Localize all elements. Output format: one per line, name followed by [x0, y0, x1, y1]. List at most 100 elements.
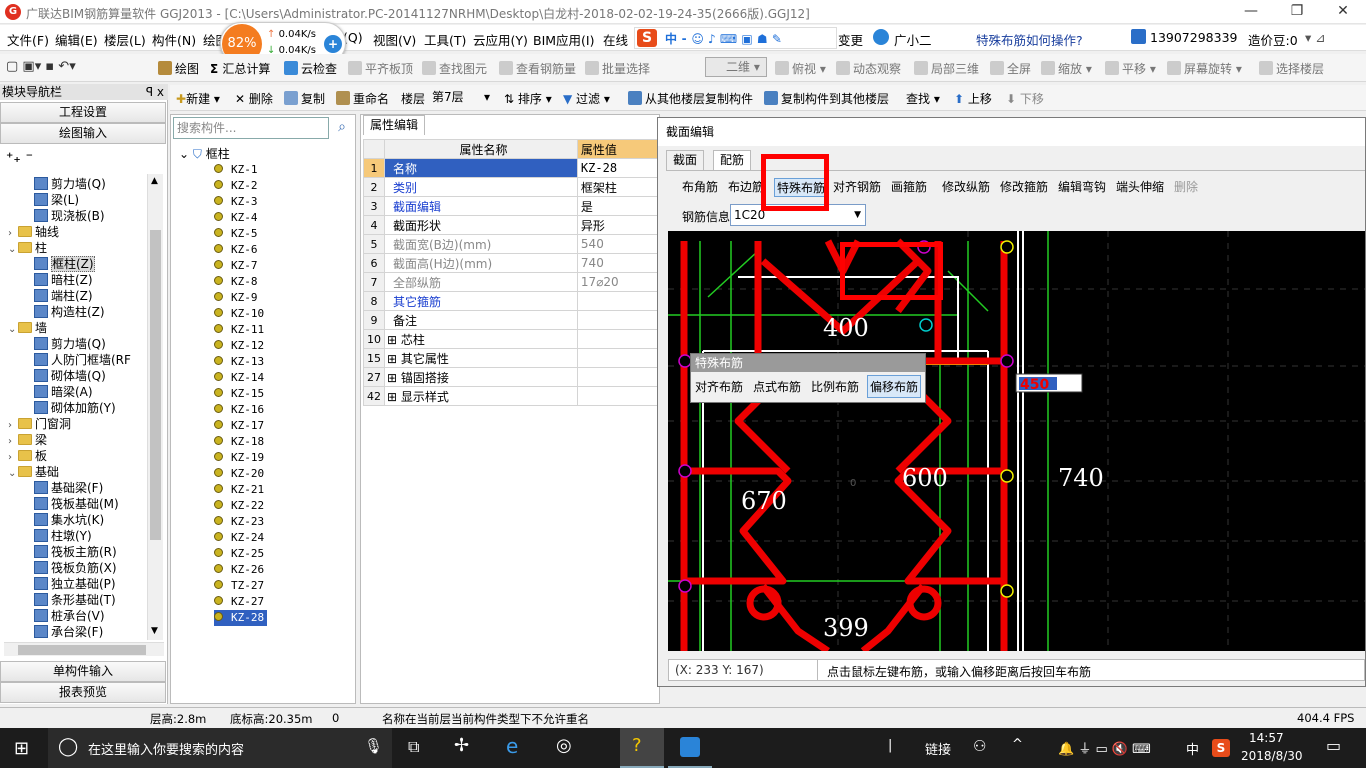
menu-bim[interactable]: BIM应用(I): [533, 30, 595, 49]
property-row[interactable]: 15 ⊞ 其它属性: [363, 348, 660, 368]
copy-from-floor-button[interactable]: 从其他楼层复制构件: [628, 90, 753, 107]
menu-view[interactable]: 视图(V): [373, 30, 416, 49]
nav-tree-item[interactable]: 端柱(Z): [34, 288, 93, 304]
nav-tree-item[interactable]: 砌体墙(Q): [34, 368, 106, 384]
expand-plus-icon[interactable]: ⊞: [387, 371, 401, 385]
tree-expand-icon[interactable]: ⌄: [8, 466, 18, 482]
nav-tree-item[interactable]: 筏板基础(M): [34, 496, 119, 512]
component-item[interactable]: KZ-23: [214, 514, 264, 530]
fan-app-icon[interactable]: ✢: [454, 735, 469, 756]
find-element-button[interactable]: 查找图元: [422, 60, 487, 77]
move-up-button[interactable]: ⬆ 上移: [954, 90, 992, 107]
summary-calc-button[interactable]: Σ 汇总计算: [210, 60, 270, 77]
component-item[interactable]: KZ-24: [214, 530, 264, 546]
nav-tree-item[interactable]: 框柱(Z): [34, 256, 95, 272]
modify-stirrup-button[interactable]: 修改箍筋: [1000, 178, 1048, 195]
component-item[interactable]: KZ-15: [214, 386, 264, 402]
find-button[interactable]: 查找 ▾: [906, 90, 940, 107]
property-row[interactable]: 10 ⊞ 芯柱: [363, 329, 660, 349]
select-floor-button[interactable]: 选择楼层: [1259, 60, 1324, 77]
menu-component[interactable]: 构件(N): [152, 30, 196, 49]
component-item[interactable]: KZ-20: [214, 466, 264, 482]
rename-button[interactable]: 重命名: [336, 90, 389, 107]
collapse-icon[interactable]: ⌄: [179, 147, 193, 161]
property-row[interactable]: 6 截面高(H边)(mm) 740: [363, 253, 660, 273]
property-value[interactable]: KZ-28: [576, 158, 660, 178]
component-item[interactable]: KZ-26: [214, 562, 264, 578]
property-row[interactable]: 2 类别 框架柱: [363, 177, 660, 197]
people-icon[interactable]: ⚇: [973, 737, 986, 755]
menu-tools[interactable]: 工具(T): [424, 30, 466, 49]
clock-time[interactable]: 14:57: [1249, 731, 1284, 745]
component-item[interactable]: KZ-21: [214, 482, 264, 498]
project-settings-button[interactable]: 工程设置: [0, 102, 166, 123]
nav-tree-item[interactable]: 梁(L): [34, 192, 79, 208]
property-value[interactable]: 540: [576, 234, 660, 254]
tray-icons[interactable]: 🔔 ⏚ ▭ 🔇 ⌨: [1058, 738, 1151, 757]
property-value[interactable]: 异形: [576, 215, 660, 235]
nav-tree-item[interactable]: › 轴线: [8, 224, 59, 240]
property-value[interactable]: 740: [576, 253, 660, 273]
nav-tree-item[interactable]: 砌体加筋(Y): [34, 400, 116, 416]
component-item[interactable]: KZ-4: [214, 210, 258, 226]
nav-tree-item[interactable]: › 门窗洞: [8, 416, 71, 432]
ratio-layout-button[interactable]: 比例布筋: [811, 378, 859, 395]
cloud-check-button[interactable]: 云检查: [284, 60, 337, 77]
tree-expand-icon[interactable]: ⌄: [8, 242, 18, 258]
menu-file[interactable]: 文件(F): [7, 30, 49, 49]
expand-collapse-icon[interactable]: ⁺₊ ⁻: [6, 150, 33, 166]
nav-tree-item[interactable]: 集水坑(K): [34, 512, 104, 528]
property-row[interactable]: 4 截面形状 异形: [363, 215, 660, 235]
property-row[interactable]: 8 其它箍筋: [363, 291, 660, 311]
component-item[interactable]: KZ-27: [214, 594, 264, 610]
align-rebar-button[interactable]: 对齐钢筋: [833, 178, 881, 195]
tab-rebar[interactable]: 配筋: [713, 150, 752, 170]
view-rebar-button[interactable]: 查看钢筋量: [499, 60, 576, 77]
property-value[interactable]: 框架柱: [576, 177, 660, 197]
draw-stirrup-button[interactable]: 画箍筋: [891, 178, 927, 195]
nav-tree-item[interactable]: 基础梁(F): [34, 480, 103, 496]
draw-button[interactable]: 绘图: [158, 60, 199, 77]
edge-browser-icon[interactable]: e: [506, 734, 518, 758]
taskbar-search-box[interactable]: ◯ 在这里输入你要搜索的内容 🎙: [48, 728, 392, 768]
end-stretch-button[interactable]: 端头伸缩: [1116, 178, 1164, 195]
glodon-app-icon[interactable]: ?: [620, 728, 664, 768]
align-layout-button[interactable]: 对齐布筋: [695, 378, 743, 395]
component-item[interactable]: KZ-14: [214, 370, 264, 386]
edit-hook-button[interactable]: 编辑弯钩: [1058, 178, 1106, 195]
menu-change[interactable]: 变更: [838, 30, 863, 49]
local-3d-button[interactable]: 局部三维: [914, 60, 979, 77]
report-preview-button[interactable]: 报表预览: [0, 682, 166, 703]
component-item[interactable]: KZ-7: [214, 258, 258, 274]
component-item[interactable]: KZ-11: [214, 322, 264, 338]
tab-property-edit[interactable]: 属性编辑: [363, 115, 426, 135]
menu-cloud[interactable]: 云应用(Y): [473, 30, 528, 49]
nav-tree-item[interactable]: 暗柱(Z): [34, 272, 93, 288]
menu-floor[interactable]: 楼层(L): [104, 30, 146, 49]
expand-plus-icon[interactable]: ⊞: [387, 352, 401, 366]
property-value[interactable]: [576, 310, 660, 330]
fullscreen-button[interactable]: 全屏: [990, 60, 1031, 77]
property-value[interactable]: [576, 386, 660, 406]
account-dropdown-icon[interactable]: ▾ ⊿: [1305, 30, 1326, 45]
property-value[interactable]: [576, 291, 660, 311]
close-button[interactable]: ✕: [1320, 0, 1366, 24]
help-link[interactable]: 特殊布筋如何操作?: [976, 30, 1083, 49]
move-down-button[interactable]: ⬇ 下移: [1006, 90, 1044, 107]
restore-button[interactable]: ❐: [1274, 0, 1320, 24]
point-layout-button[interactable]: 点式布筋: [753, 378, 801, 395]
nav-tree-item[interactable]: 条形基础(T): [34, 592, 116, 608]
component-item[interactable]: KZ-16: [214, 402, 264, 418]
nav-tree-item[interactable]: 现浇板(B): [34, 208, 105, 224]
assistant-icon[interactable]: [873, 29, 889, 45]
delete-button[interactable]: ✕ 删除: [235, 90, 273, 107]
property-value[interactable]: [576, 348, 660, 368]
filter-button[interactable]: ▼ 过滤 ▾: [563, 90, 610, 107]
view-mode-select[interactable]: 二维 ▾: [705, 57, 767, 77]
component-root[interactable]: ⌄ ⛉ 框柱: [179, 145, 230, 162]
ime-mode-icon[interactable]: 中 ⁃ ☺ ♪ ⌨ ▣ ☗ ✎: [665, 30, 782, 47]
component-item[interactable]: KZ-2: [214, 178, 258, 194]
nav-scrollbar[interactable]: ▲ ▼: [147, 174, 163, 640]
property-row[interactable]: 42 ⊞ 显示样式: [363, 386, 660, 406]
component-item[interactable]: KZ-13: [214, 354, 264, 370]
